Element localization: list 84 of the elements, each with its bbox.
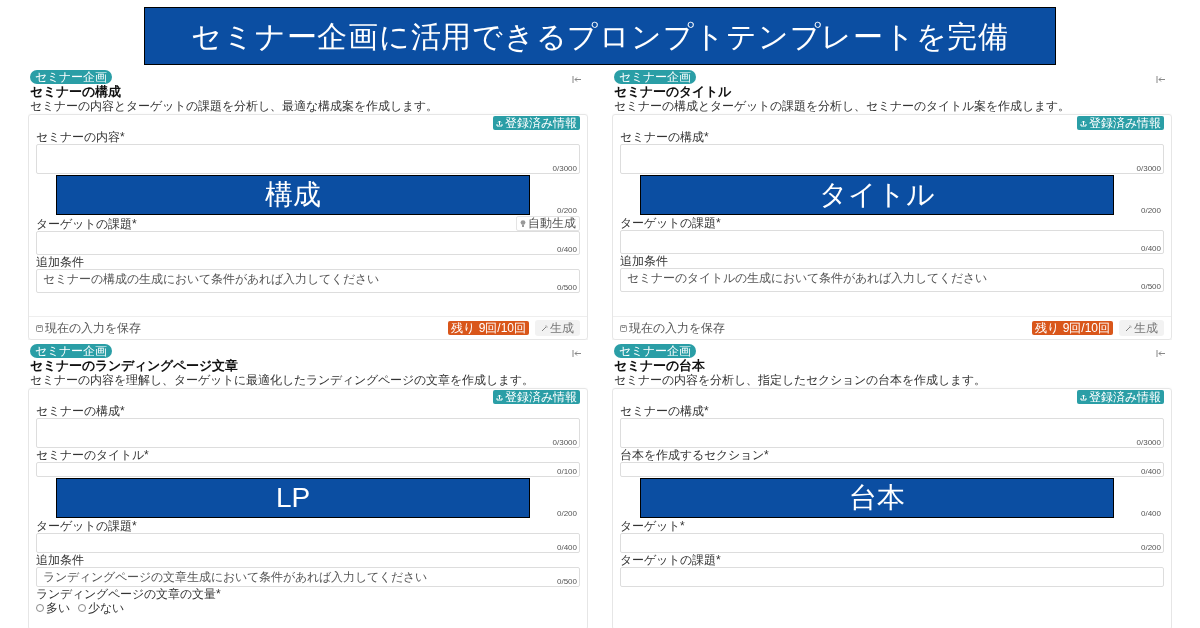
character-counter: 0/500 (1140, 282, 1161, 291)
character-counter: 0/500 (556, 283, 577, 292)
field-label: 台本を作成するセクション* (620, 448, 769, 462)
wand-icon (541, 324, 548, 332)
field-label: セミナーのタイトル* (36, 448, 149, 462)
field-label: ターゲットの課題* (36, 519, 137, 533)
field-label: セミナーの構成* (620, 130, 709, 144)
category-badge: セミナー企画 (614, 344, 696, 358)
overlay-label: LP (56, 478, 530, 518)
save-input-button[interactable]: 現在の入力を保存 (620, 321, 725, 335)
panel-title: セミナーのタイトル (614, 84, 732, 99)
input-field[interactable] (36, 462, 580, 477)
character-counter: 0/400 (1140, 244, 1161, 253)
upload-icon (496, 119, 503, 127)
field-label: 追加条件 (620, 254, 668, 268)
import-button[interactable]: 登録済み情報 (1077, 390, 1164, 404)
upload-icon (496, 393, 503, 401)
field-label: ターゲットの課題* (620, 216, 721, 230)
save-input-button[interactable]: 現在の入力を保存 (36, 321, 141, 335)
auto-generate-button[interactable]: 自動生成 (516, 216, 580, 231)
input-field[interactable] (620, 567, 1164, 587)
field-label: ターゲットの課題* (620, 553, 721, 567)
category-badge: セミナー企画 (30, 344, 112, 358)
import-button[interactable]: 登録済み情報 (493, 390, 580, 404)
character-counter: 0/3000 (552, 438, 577, 447)
overlay-label: タイトル (640, 175, 1114, 215)
field-label: ターゲットの課題* (36, 216, 137, 231)
radio-option[interactable]: 多い (36, 601, 70, 615)
character-counter: 0/400 (556, 543, 577, 552)
input-field[interactable] (36, 418, 580, 448)
character-counter: 0/3000 (552, 164, 577, 173)
field-label: セミナーの構成* (36, 404, 125, 418)
input-field[interactable] (36, 231, 580, 255)
panel-description: セミナーの内容を理解し、ターゲットに最適化したランディングページの文章を作成します。 (30, 373, 534, 387)
field-label: 追加条件 (36, 255, 84, 269)
category-badge: セミナー企画 (30, 70, 112, 84)
character-counter: 0/200 (1140, 543, 1161, 552)
overlay-label: 台本 (640, 478, 1114, 518)
field-label: セミナーの内容* (36, 130, 125, 144)
panel-description: セミナーの構成とターゲットの課題を分析し、セミナーのタイトル案を作成します。 (614, 99, 1070, 113)
field-label: セミナーの構成* (620, 404, 709, 418)
character-counter: 0/400 (1140, 467, 1161, 476)
category-badge: セミナー企画 (614, 70, 696, 84)
character-counter: 0/3000 (1136, 164, 1161, 173)
panel-title: セミナーの台本 (614, 358, 706, 373)
character-counter: 0/3000 (1136, 438, 1161, 447)
overlay-label: 構成 (56, 175, 530, 215)
input-field[interactable] (620, 230, 1164, 254)
bulb-icon (520, 220, 526, 227)
panel-title: セミナーのランディングページ文章 (30, 358, 239, 373)
character-counter: 0/100 (556, 467, 577, 476)
field-label: ターゲット* (620, 519, 685, 533)
input-field[interactable] (36, 144, 580, 174)
remaining-count-badge: 残り 9回/10回 (448, 321, 529, 335)
save-icon (620, 324, 627, 332)
character-counter: 0/400 (556, 245, 577, 254)
remaining-count-badge: 残り 9回/10回 (1032, 321, 1113, 335)
panel-title: セミナーの構成 (30, 84, 122, 99)
input-field[interactable] (36, 533, 580, 553)
collapse-icon[interactable] (1156, 76, 1166, 83)
input-field[interactable] (620, 144, 1164, 174)
input-field[interactable] (620, 418, 1164, 448)
import-button[interactable]: 登録済み情報 (493, 116, 580, 130)
wand-icon (1125, 324, 1132, 332)
radio-option[interactable]: 少ない (78, 601, 124, 615)
upload-icon (1080, 393, 1087, 401)
panel-description: セミナーの内容とターゲットの課題を分析し、最適な構成案を作成します。 (30, 99, 438, 113)
character-counter: 0/200 (556, 206, 577, 215)
character-counter: 0/400 (1140, 509, 1161, 518)
banner-title: セミナー企画に活用できるプロンプトテンプレートを完備 (144, 7, 1056, 65)
character-counter: 0/200 (556, 509, 577, 518)
field-label: ランディングページの文章の文量* (36, 587, 222, 601)
collapse-icon[interactable] (1156, 350, 1166, 357)
upload-icon (1080, 119, 1087, 127)
character-counter: 0/500 (556, 577, 577, 586)
field-label: 追加条件 (36, 553, 84, 567)
panel-description: セミナーの内容を分析し、指定したセクションの台本を作成します。 (614, 373, 986, 387)
import-button[interactable]: 登録済み情報 (1077, 116, 1164, 130)
character-counter: 0/200 (1140, 206, 1161, 215)
collapse-icon[interactable] (572, 76, 582, 83)
input-field[interactable] (620, 462, 1164, 477)
input-field[interactable] (620, 533, 1164, 553)
save-icon (36, 324, 43, 332)
collapse-icon[interactable] (572, 350, 582, 357)
